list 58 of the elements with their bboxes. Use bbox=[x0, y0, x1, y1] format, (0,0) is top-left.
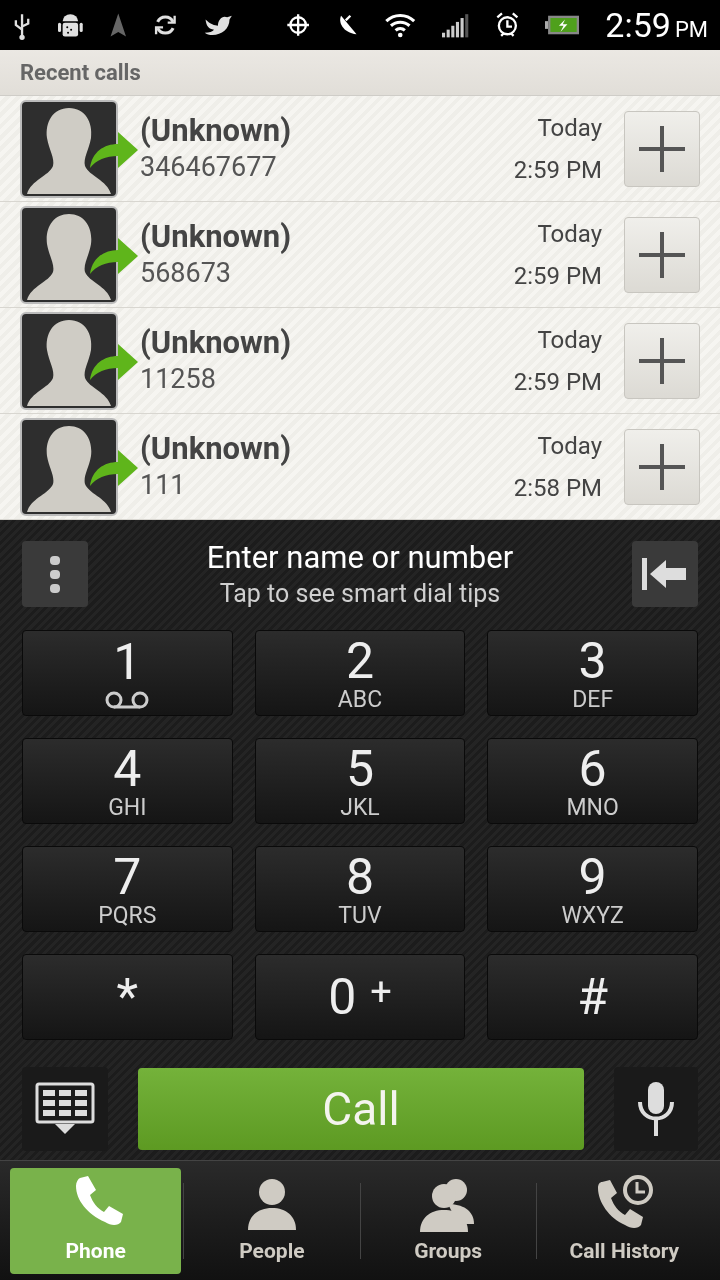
plus-icon bbox=[639, 231, 685, 278]
plus-icon bbox=[639, 443, 685, 490]
dial-key[interactable]: 8 TUV bbox=[254, 846, 466, 932]
dial-key[interactable]: # bbox=[487, 954, 698, 1040]
menu-button[interactable] bbox=[22, 541, 88, 607]
dial-key[interactable]: 7 PQRS bbox=[22, 846, 233, 932]
avatar-icon bbox=[20, 417, 118, 516]
add-contact-button[interactable] bbox=[624, 322, 700, 399]
caller-name: (Unknown) bbox=[140, 112, 293, 151]
call-date: Today bbox=[537, 430, 602, 462]
nav-tab[interactable]: People bbox=[186, 1167, 358, 1274]
clock-period: PM bbox=[674, 19, 708, 41]
call-date: Today bbox=[537, 218, 602, 250]
phone-number: 111 bbox=[140, 469, 187, 503]
call-time: 2:59 PM bbox=[513, 260, 602, 292]
caller-name: (Unknown) bbox=[140, 218, 293, 257]
voicemail-icon bbox=[104, 691, 151, 709]
nav-tab[interactable]: Call History bbox=[538, 1167, 710, 1274]
call-date: Today bbox=[537, 324, 602, 356]
outgoing-call-icon bbox=[88, 129, 140, 170]
outgoing-call-icon bbox=[88, 235, 140, 276]
dial-key[interactable]: 4 GHI bbox=[22, 738, 233, 824]
dial-key[interactable]: 0 + bbox=[254, 954, 466, 1040]
add-contact-button[interactable] bbox=[624, 110, 700, 187]
microphone-icon bbox=[636, 1080, 676, 1138]
number-input[interactable]: Enter name or number Tap to see smart dial tips bbox=[100, 539, 620, 609]
outgoing-call-icon bbox=[88, 341, 140, 382]
phone-number: 568673 bbox=[140, 257, 233, 291]
phone-number: 11258 bbox=[140, 363, 217, 397]
dial-key[interactable]: 5 JKL bbox=[254, 738, 466, 824]
caller-name: (Unknown) bbox=[140, 430, 293, 469]
dial-key[interactable]: 9 WXYZ bbox=[487, 846, 698, 932]
caller-name: (Unknown) bbox=[140, 324, 293, 363]
call-time: 2:58 PM bbox=[513, 472, 602, 504]
dial-key[interactable]: 3 DEF bbox=[487, 630, 698, 716]
dial-key[interactable]: 1 bbox=[22, 630, 233, 716]
microphone-button[interactable] bbox=[614, 1067, 698, 1151]
call-time: 2:59 PM bbox=[513, 366, 602, 398]
add-contact-button[interactable] bbox=[624, 428, 700, 505]
plus-icon bbox=[639, 125, 685, 172]
dial-key[interactable]: 2 ABC bbox=[254, 630, 466, 716]
plus-icon bbox=[639, 337, 685, 384]
avatar-icon bbox=[20, 205, 118, 304]
avatar-icon bbox=[20, 99, 118, 198]
backspace-button[interactable] bbox=[632, 541, 698, 607]
add-contact-button[interactable] bbox=[624, 216, 700, 293]
nav-tab[interactable]: Groups bbox=[362, 1167, 534, 1274]
avatar-icon bbox=[20, 311, 118, 410]
section-header: Recent calls bbox=[20, 59, 141, 87]
call-time: 2:59 PM bbox=[513, 154, 602, 186]
dial-key[interactable]: * bbox=[22, 954, 233, 1040]
keyboard-icon bbox=[35, 1082, 95, 1136]
outgoing-call-icon bbox=[88, 447, 140, 488]
dial-key[interactable]: 6 MNO bbox=[487, 738, 698, 824]
clock-time: 2:59 bbox=[605, 8, 671, 42]
phone-number: 346467677 bbox=[140, 151, 278, 185]
call-date: Today bbox=[537, 112, 602, 144]
keyboard-button[interactable] bbox=[22, 1067, 108, 1151]
